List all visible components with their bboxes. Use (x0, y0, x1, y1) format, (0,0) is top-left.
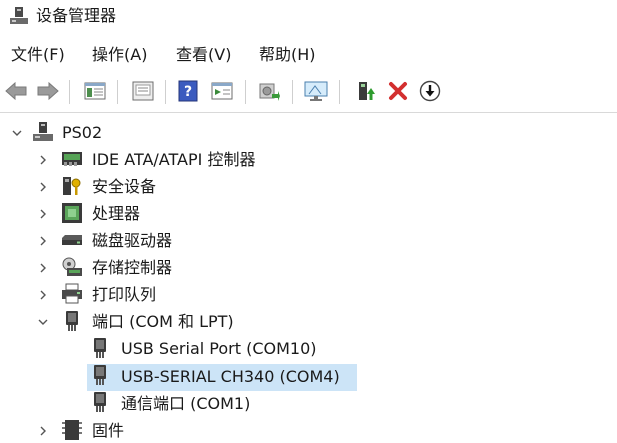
toolbar-separator (69, 80, 70, 104)
forward-button[interactable] (34, 77, 62, 105)
port-connector-icon (94, 365, 106, 385)
run-button[interactable] (208, 77, 236, 105)
console-tree-icon (132, 81, 154, 101)
toolbar-separator (245, 80, 246, 104)
tree-item-label: 存储控制器 (92, 258, 173, 277)
scan-hardware-button[interactable] (255, 77, 283, 105)
red-x-icon (389, 82, 407, 100)
tree-item-label: 打印队列 (92, 285, 157, 304)
security-key-icon (63, 177, 81, 195)
properties-window-icon (84, 82, 106, 100)
port-item-label: USB Serial Port (COM10) (121, 339, 317, 358)
download-arrow-icon (419, 80, 441, 102)
help-button[interactable]: ? (174, 77, 202, 105)
device-manager-icon (10, 7, 28, 24)
port-connector-icon (94, 392, 106, 412)
svg-text:?: ? (184, 84, 192, 100)
run-window-icon (211, 82, 233, 100)
chevron-down-icon[interactable] (10, 126, 24, 140)
firmware-chip-icon (62, 420, 82, 440)
chevron-right-icon[interactable] (36, 153, 50, 167)
back-arrow-icon (5, 81, 27, 101)
toolbar-separator (165, 80, 166, 104)
port-connector-icon (94, 338, 106, 358)
chevron-right-icon[interactable] (36, 424, 50, 438)
menu-help[interactable]: 帮助(H) (257, 45, 318, 65)
menu-action[interactable]: 操作(A) (90, 45, 149, 65)
toolbar-separator (339, 80, 340, 104)
chevron-right-icon[interactable] (36, 234, 50, 248)
chevron-right-icon[interactable] (36, 261, 50, 275)
ide-controller-icon (62, 152, 82, 166)
tree-item-label: 处理器 (92, 204, 141, 223)
tree-item-label: IDE ATA/ATAPI 控制器 (92, 150, 256, 169)
menu-bar: 文件(F) 操作(A) 查看(V) 帮助(H) (0, 40, 617, 70)
processor-chip-icon (62, 203, 82, 223)
chevron-down-icon[interactable] (36, 315, 50, 329)
help-question-icon: ? (178, 80, 198, 102)
update-driver-button[interactable] (416, 77, 444, 105)
tree-item-label: 端口 (COM 和 LPT) (92, 312, 234, 331)
tree-item-label: 安全设备 (92, 177, 157, 196)
chevron-right-icon[interactable] (36, 207, 50, 221)
properties-button[interactable] (81, 77, 109, 105)
scan-hardware-icon (259, 83, 280, 101)
enable-device-button[interactable] (352, 77, 380, 105)
window-title: 设备管理器 (36, 6, 117, 25)
tree-item-label: 磁盘驱动器 (92, 231, 173, 250)
monitor-icon (304, 81, 328, 101)
menu-file[interactable]: 文件(F) (9, 45, 67, 65)
printer-icon (62, 283, 82, 304)
disk-drive-icon (62, 235, 82, 245)
monitor-button[interactable] (302, 77, 330, 105)
back-button[interactable] (2, 77, 30, 105)
root-label: PS02 (62, 123, 103, 142)
uninstall-device-button[interactable] (384, 77, 412, 105)
port-item-label: 通信端口 (COM1) (121, 394, 251, 413)
chevron-right-icon[interactable] (36, 288, 50, 302)
chevron-right-icon[interactable] (36, 180, 50, 194)
toolbar-separator (117, 80, 118, 104)
toolbar-separator (292, 80, 293, 104)
port-connector-icon (66, 311, 78, 331)
forward-arrow-icon (37, 81, 59, 101)
storage-controller-icon (62, 257, 82, 276)
menu-view[interactable]: 查看(V) (174, 45, 233, 65)
tree-item-label: 固件 (92, 421, 125, 440)
computer-icon (33, 122, 53, 141)
show-hide-console-button[interactable] (129, 77, 157, 105)
enable-device-icon (359, 82, 375, 100)
title-bar: 设备管理器 (0, 0, 617, 34)
port-item-label: USB-SERIAL CH340 (COM4) (121, 367, 340, 386)
toolbar: ? (0, 72, 617, 113)
